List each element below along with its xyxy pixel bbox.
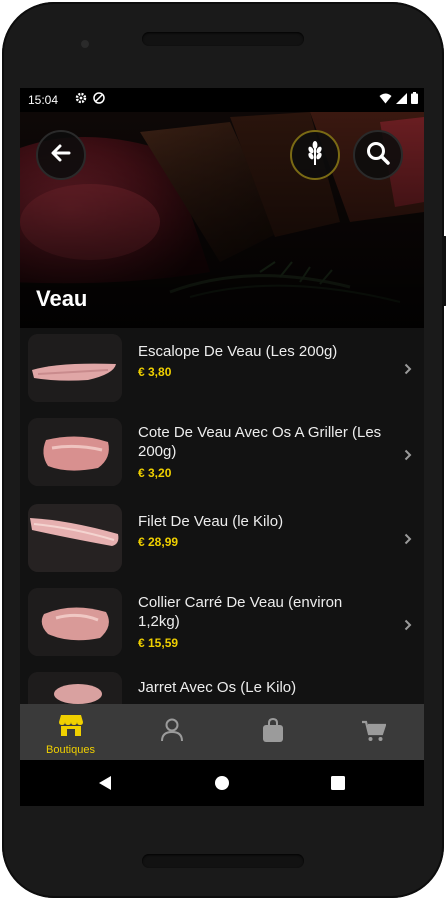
arrow-left-icon: [49, 141, 73, 170]
product-name: Cote De Veau Avec Os A Griller (Les 200g…: [138, 424, 382, 460]
recents-square-icon[interactable]: [331, 776, 345, 795]
product-item[interactable]: Filet De Veau (le Kilo) € 28,99: [20, 498, 424, 582]
product-price: € 3,20: [138, 466, 172, 480]
search-button[interactable]: [353, 130, 403, 180]
back-button[interactable]: [36, 130, 86, 180]
product-image: [28, 672, 122, 704]
chevron-right-icon: [404, 618, 412, 636]
chevron-right-icon: [404, 362, 412, 380]
chevron-right-icon: [404, 532, 412, 550]
home-circle-icon[interactable]: [215, 776, 229, 795]
side-button: [442, 236, 446, 306]
front-camera: [81, 40, 89, 48]
nav-label-boutiques: Boutiques: [46, 744, 95, 756]
nav-item-orders[interactable]: [222, 704, 323, 760]
filter-button[interactable]: [290, 130, 340, 180]
wifi-icon: [379, 93, 392, 107]
signal-icon: [396, 92, 407, 107]
product-name: Collier Carré De Veau (environ 1,2kg): [138, 594, 343, 630]
product-name: Escalope De Veau (Les 200g): [138, 343, 338, 360]
product-list[interactable]: Escalope De Veau (Les 200g) € 3,80 Cote …: [20, 328, 424, 704]
bottom-nav: Boutiques: [20, 704, 424, 760]
battery-icon: [411, 92, 418, 107]
cart-icon: [361, 720, 387, 747]
bag-icon: [262, 717, 283, 747]
category-hero: Veau: [20, 112, 424, 328]
product-price: € 15,59: [138, 636, 179, 650]
product-image: [28, 418, 122, 486]
product-price: € 3,80: [138, 365, 172, 379]
data-saver-icon: [93, 92, 105, 107]
product-image: [28, 334, 122, 402]
system-nav-bar: [20, 760, 424, 806]
status-bar: 15:04: [20, 88, 424, 112]
nav-item-account[interactable]: [121, 704, 222, 760]
back-triangle-icon[interactable]: [98, 775, 112, 796]
chevron-right-icon: [404, 448, 412, 466]
shop-icon: [58, 714, 83, 741]
product-name: Filet De Veau (le Kilo): [138, 513, 284, 530]
status-time: 15:04: [28, 93, 59, 107]
user-icon: [160, 718, 183, 747]
search-icon: [365, 140, 391, 171]
product-item[interactable]: Collier Carré De Veau (environ 1,2kg) € …: [20, 582, 424, 666]
wheat-icon: [304, 140, 326, 171]
app-screen: 15:04 Veau Escalope De Veau (Les 200g) €…: [20, 88, 424, 806]
product-price: € 28,99: [138, 535, 179, 549]
product-name: Jarret Avec Os (Le Kilo): [138, 679, 297, 696]
product-item[interactable]: Escalope De Veau (Les 200g) € 3,80: [20, 328, 424, 412]
product-image: [28, 588, 122, 656]
bottom-speaker: [142, 854, 304, 868]
top-speaker: [142, 32, 304, 46]
nav-item-boutiques[interactable]: Boutiques: [20, 704, 121, 760]
product-item[interactable]: Jarret Avec Os (Le Kilo): [20, 666, 424, 704]
settings-gear-icon: [75, 92, 87, 107]
page-title: Veau: [36, 286, 88, 311]
product-image: [28, 504, 122, 572]
product-item[interactable]: Cote De Veau Avec Os A Griller (Les 200g…: [20, 412, 424, 496]
nav-item-cart[interactable]: [323, 704, 424, 760]
